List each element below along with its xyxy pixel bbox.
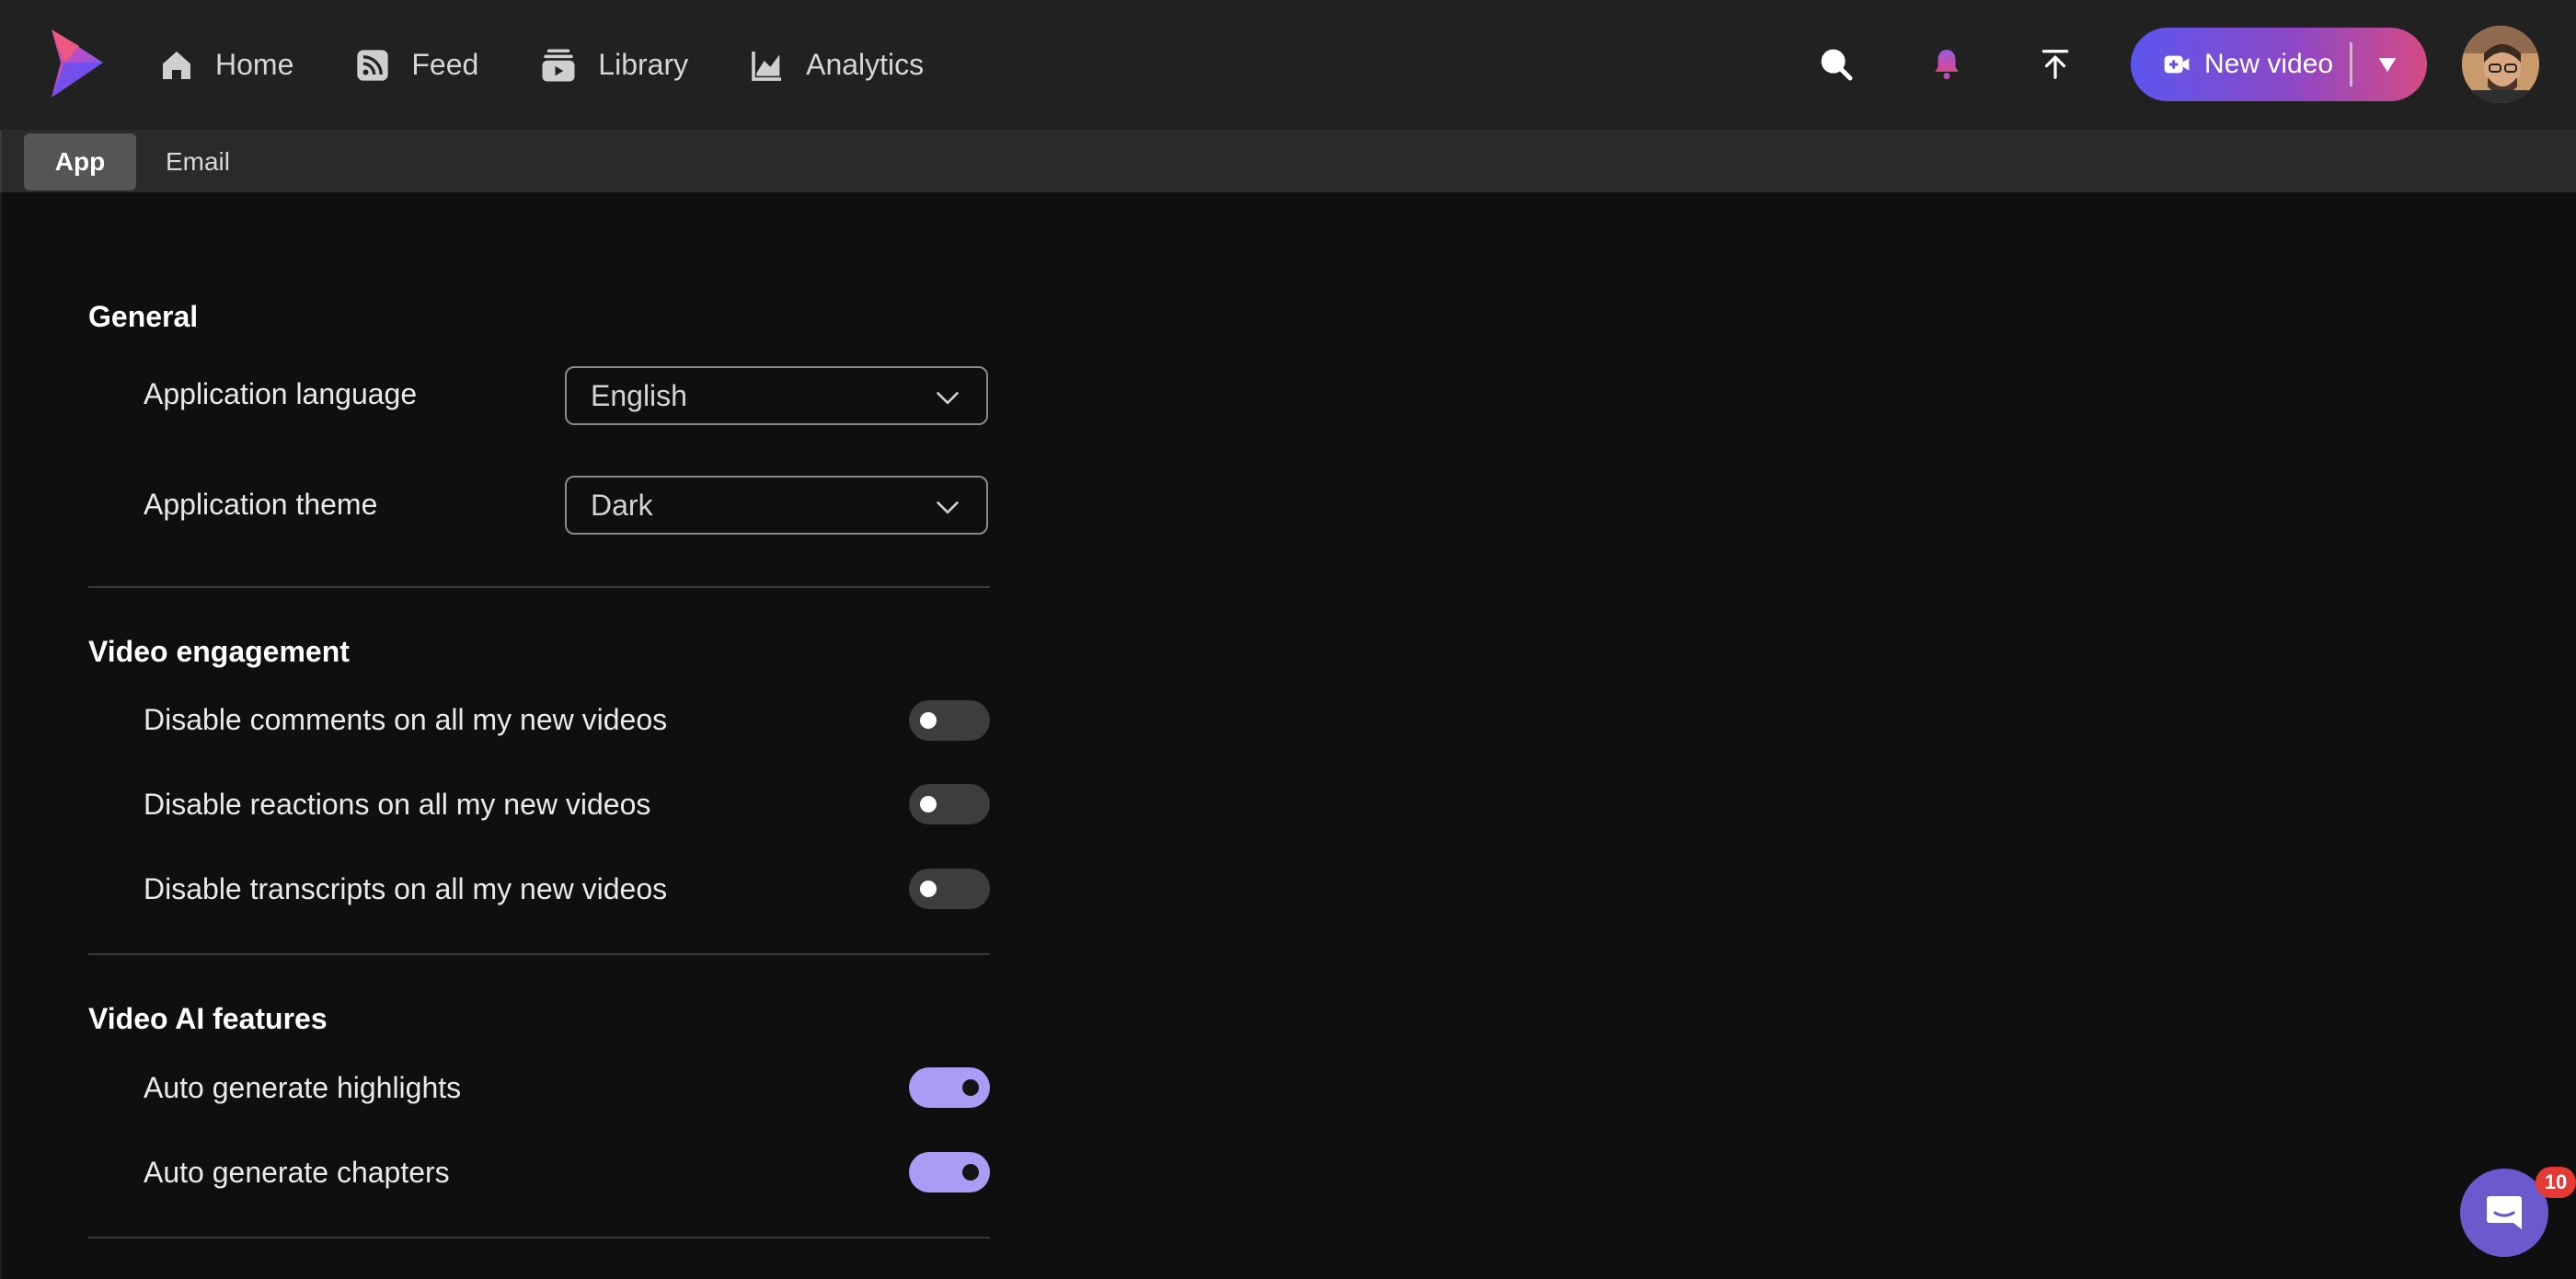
tab-app[interactable]: App [24, 133, 136, 190]
library-stack-icon [542, 49, 575, 81]
disable-reactions-label: Disable reactions on all my new videos [144, 788, 651, 821]
theme-select[interactable]: Dark [565, 476, 988, 535]
upload-button[interactable] [2031, 40, 2079, 88]
analytics-chart-icon [752, 51, 782, 81]
toggle-knob [920, 712, 937, 729]
section-title-engagement: Video engagement [88, 635, 350, 668]
settings-tabs: App Email [0, 130, 2576, 192]
section-divider [88, 586, 990, 588]
video-plus-icon [2164, 55, 2190, 74]
disable-reactions-toggle[interactable] [909, 784, 990, 824]
caret-down-icon[interactable] [2374, 52, 2401, 77]
play-logo-icon[interactable] [42, 26, 109, 101]
chevron-down-icon [937, 501, 959, 514]
section-title-ai-features: Video AI features [88, 1002, 328, 1035]
user-photo-icon [2462, 26, 2539, 103]
nav-feed[interactable]: Feed [354, 47, 478, 84]
theme-label: Application theme [144, 488, 378, 521]
disable-comments-toggle[interactable] [909, 700, 990, 741]
toggle-knob [920, 796, 937, 812]
nav-feed-label: Feed [411, 48, 479, 81]
nav-home[interactable]: Home [158, 47, 293, 84]
tab-email[interactable]: Email [147, 133, 248, 190]
new-video-button[interactable]: New video [2131, 28, 2427, 101]
notifications-button[interactable] [1923, 40, 1971, 88]
search-icon [1821, 49, 1853, 81]
nav-analytics[interactable]: Analytics [749, 47, 924, 84]
toggle-knob [920, 881, 937, 897]
section-divider [88, 953, 990, 955]
bell-icon [1935, 50, 1959, 80]
auto-chapters-label: Auto generate chapters [144, 1156, 450, 1189]
nav-library-label: Library [598, 48, 689, 81]
language-value: English [591, 378, 687, 412]
disable-transcripts-label: Disable transcripts on all my new videos [144, 872, 668, 905]
nav-analytics-label: Analytics [806, 48, 925, 81]
theme-value: Dark [591, 488, 653, 522]
left-edge [0, 192, 2, 1279]
top-navigation-bar: Home Feed Library Analytics New video [0, 0, 2576, 130]
chat-unread-badge: 10 [2536, 1167, 2576, 1198]
rss-feed-icon [357, 49, 389, 81]
auto-highlights-toggle[interactable] [909, 1067, 990, 1108]
auto-chapters-toggle[interactable] [909, 1152, 990, 1193]
toggle-knob [962, 1164, 979, 1181]
search-button[interactable] [1812, 40, 1860, 88]
section-divider [88, 1237, 990, 1239]
nav-library[interactable]: Library [539, 46, 688, 85]
home-icon [163, 51, 190, 79]
chevron-down-icon [937, 392, 959, 405]
disable-comments-label: Disable comments on all my new videos [144, 703, 668, 736]
auto-highlights-label: Auto generate highlights [144, 1071, 462, 1104]
language-select[interactable]: English [565, 366, 988, 425]
language-label: Application language [144, 377, 418, 410]
new-video-divider [2350, 42, 2352, 86]
avatar[interactable] [2462, 26, 2539, 103]
disable-transcripts-toggle[interactable] [909, 869, 990, 909]
upload-icon [2041, 50, 2069, 79]
toggle-knob [962, 1079, 979, 1096]
main-nav: Home Feed Library Analytics [158, 0, 984, 130]
nav-home-label: Home [215, 48, 294, 81]
section-title-general: General [88, 300, 199, 333]
new-video-label: New video [2204, 49, 2334, 79]
chat-bubble-icon [2487, 1196, 2522, 1229]
